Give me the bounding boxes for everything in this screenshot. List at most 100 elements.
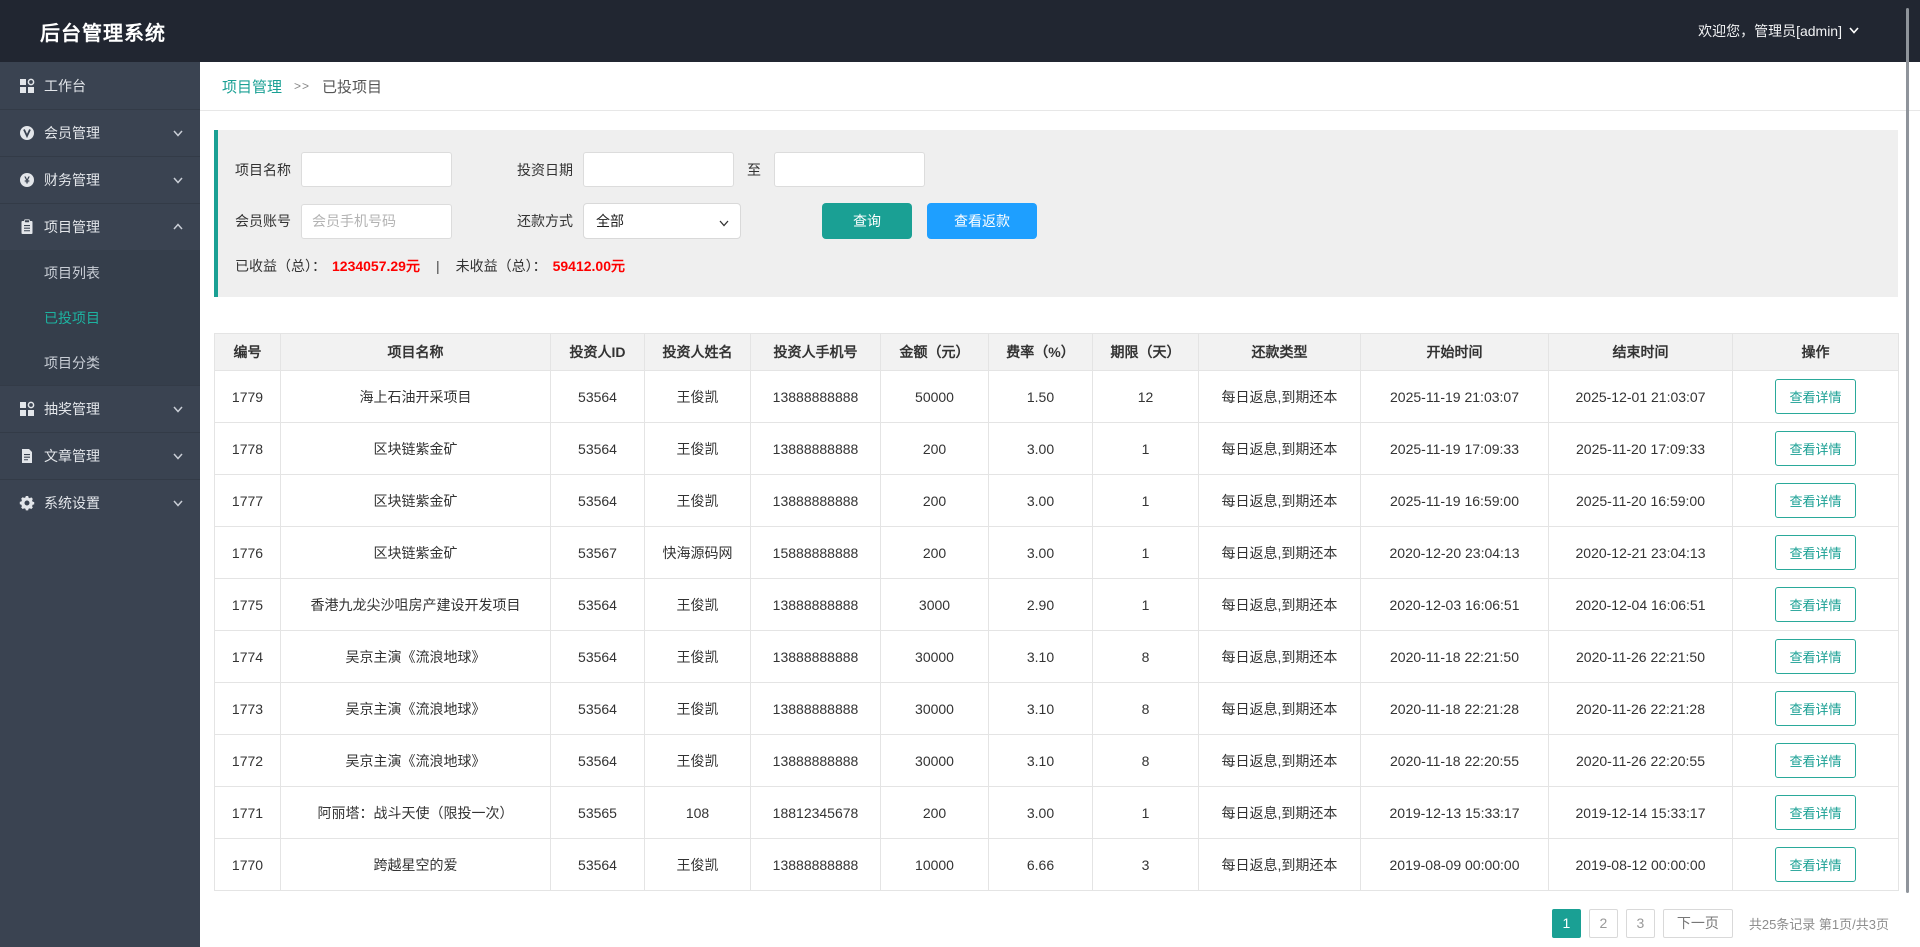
vertical-scrollbar[interactable]	[1906, 8, 1909, 893]
sidebar-item-lottery[interactable]: 抽奖管理	[0, 385, 200, 432]
unearned-total-label: 未收益（总）：	[455, 258, 547, 274]
sidebar-item-label: 会员管理	[44, 125, 100, 141]
table-cell: 王俊凯	[644, 422, 751, 475]
view-refund-button[interactable]: 查看返款	[927, 203, 1037, 239]
sidebar-subitem-project-categories[interactable]: 项目分类	[0, 340, 200, 385]
breadcrumb-separator: >>	[294, 79, 311, 93]
table-cell: 每日返息,到期还本	[1198, 786, 1361, 839]
invest-date-end-input[interactable]	[774, 152, 925, 187]
table-cell: 13888888888	[750, 838, 881, 891]
project-name-label: 项目名称	[235, 161, 291, 178]
invest-date-start-input[interactable]	[583, 152, 734, 187]
table-cell: 200	[880, 786, 989, 839]
table-cell: 3.10	[988, 682, 1093, 735]
column-header: 编号	[214, 333, 281, 371]
sidebar-item-projects[interactable]: 项目管理	[0, 203, 200, 250]
column-header: 金额（元）	[880, 333, 989, 371]
table-cell: 2025-11-20 17:09:33	[1548, 422, 1733, 475]
table-cell: 200	[880, 474, 989, 527]
sidebar-item-label: 系统设置	[44, 495, 100, 511]
sidebar-item-workbench[interactable]: 工作台	[0, 62, 200, 109]
table-row: 1775 香港九龙尖沙咀房产建设开发项目 53564 王俊凯 13888888888 30…	[214, 578, 1899, 631]
table-cell: 1	[1092, 474, 1199, 527]
column-header: 项目名称	[280, 333, 551, 371]
table-cell: 53564	[550, 474, 645, 527]
table-cell: 13888888888	[750, 630, 881, 683]
table-cell: 53564	[550, 422, 645, 475]
projects-submenu: 项目列表 已投项目 项目分类	[0, 250, 200, 385]
member-icon	[18, 125, 35, 142]
table-cell: 1	[1092, 526, 1199, 579]
view-detail-button[interactable]: 查看详情	[1775, 587, 1856, 622]
view-detail-button[interactable]: 查看详情	[1775, 691, 1856, 726]
table-cell: 2025-11-20 16:59:00	[1548, 474, 1733, 527]
view-detail-button[interactable]: 查看详情	[1775, 743, 1856, 778]
table-cell: 2025-12-01 21:03:07	[1548, 370, 1733, 423]
view-detail-button[interactable]: 查看详情	[1775, 379, 1856, 414]
sidebar-subitem-invested-projects[interactable]: 已投项目	[0, 295, 200, 340]
view-detail-button[interactable]: 查看详情	[1775, 847, 1856, 882]
view-detail-button[interactable]: 查看详情	[1775, 795, 1856, 830]
table-cell: 每日返息,到期还本	[1198, 630, 1361, 683]
table-cell: 1773	[214, 682, 281, 735]
repayment-method-select[interactable]: 全部	[583, 203, 741, 239]
table-cell: 阿丽塔：战斗天使（限投一次）	[280, 786, 551, 839]
table-cell: 2020-11-18 22:20:55	[1360, 734, 1549, 787]
top-header: 后台管理系统 欢迎您，管理员[admin]	[0, 0, 1920, 62]
table-cell: 53567	[550, 526, 645, 579]
table-cell: 2020-11-18 22:21:28	[1360, 682, 1549, 735]
table-cell: 2019-08-09 00:00:00	[1360, 838, 1549, 891]
view-detail-button[interactable]: 查看详情	[1775, 639, 1856, 674]
earned-total-value: 1234057.29元	[332, 258, 420, 274]
sidebar-item-label: 抽奖管理	[44, 401, 100, 417]
summary-separator: |	[435, 258, 440, 274]
pagination: 1 2 3 下一页 共25条记录 第1页/共3页	[1551, 909, 1889, 938]
breadcrumb-parent-link[interactable]: 项目管理	[222, 76, 282, 97]
table-cell: 2025-11-19 17:09:33	[1360, 422, 1549, 475]
sidebar: 工作台 会员管理 ¥ 财务管理 项目管理 项目列表 已投项目 项目分类 抽奖管理…	[0, 62, 200, 947]
column-header: 开始时间	[1360, 333, 1549, 371]
date-to-label: 至	[747, 161, 761, 178]
table-cell: 53564	[550, 682, 645, 735]
column-header: 期限（天）	[1092, 333, 1199, 371]
table-cell: 1779	[214, 370, 281, 423]
view-detail-button[interactable]: 查看详情	[1775, 535, 1856, 570]
clipboard-icon	[18, 219, 35, 236]
sidebar-subitem-project-list[interactable]: 项目列表	[0, 250, 200, 295]
sidebar-item-settings[interactable]: 系统设置	[0, 479, 200, 526]
table-cell-action: 查看详情	[1732, 838, 1899, 891]
table-cell: 1774	[214, 630, 281, 683]
table-cell: 2.90	[988, 578, 1093, 631]
column-header: 还款类型	[1198, 333, 1361, 371]
sidebar-item-label: 工作台	[44, 77, 86, 94]
member-account-input[interactable]	[301, 203, 452, 239]
page-button-1[interactable]: 1	[1551, 909, 1581, 938]
sidebar-item-finance[interactable]: ¥ 财务管理	[0, 156, 200, 203]
table-cell-action: 查看详情	[1732, 578, 1899, 631]
chevron-down-icon	[172, 403, 184, 415]
table-cell: 8	[1092, 630, 1199, 683]
table-cell: 香港九龙尖沙咀房产建设开发项目	[280, 578, 551, 631]
breadcrumb-current: 已投项目	[322, 78, 383, 96]
search-button[interactable]: 查询	[822, 203, 912, 239]
member-account-label: 会员账号	[235, 213, 291, 229]
view-detail-button[interactable]: 查看详情	[1775, 431, 1856, 466]
app-title: 后台管理系统	[40, 22, 166, 45]
user-menu[interactable]: 欢迎您，管理员[admin]	[1698, 21, 1860, 41]
grid-icon	[18, 77, 35, 94]
project-name-input[interactable]	[301, 152, 452, 187]
table-cell: 30000	[880, 734, 989, 787]
sidebar-item-articles[interactable]: 文章管理	[0, 432, 200, 479]
table-cell: 区块链紫金矿	[280, 422, 551, 475]
page-button-2[interactable]: 2	[1588, 909, 1618, 938]
view-detail-button[interactable]: 查看详情	[1775, 483, 1856, 518]
sidebar-item-members[interactable]: 会员管理	[0, 109, 200, 156]
table-cell-action: 查看详情	[1732, 786, 1899, 839]
next-page-button[interactable]: 下一页	[1662, 909, 1733, 938]
table-row: 1770 跨越星空的爱 53564 王俊凯 13888888888 10000 6.66 3 每…	[214, 838, 1899, 891]
table-cell: 吴京主演《流浪地球》	[280, 734, 551, 787]
chevron-up-icon	[172, 221, 184, 233]
table-cell: 1	[1092, 578, 1199, 631]
table-row: 1771 阿丽塔：战斗天使（限投一次） 53565 108 18812345678 200…	[214, 786, 1899, 839]
page-button-3[interactable]: 3	[1625, 909, 1655, 938]
